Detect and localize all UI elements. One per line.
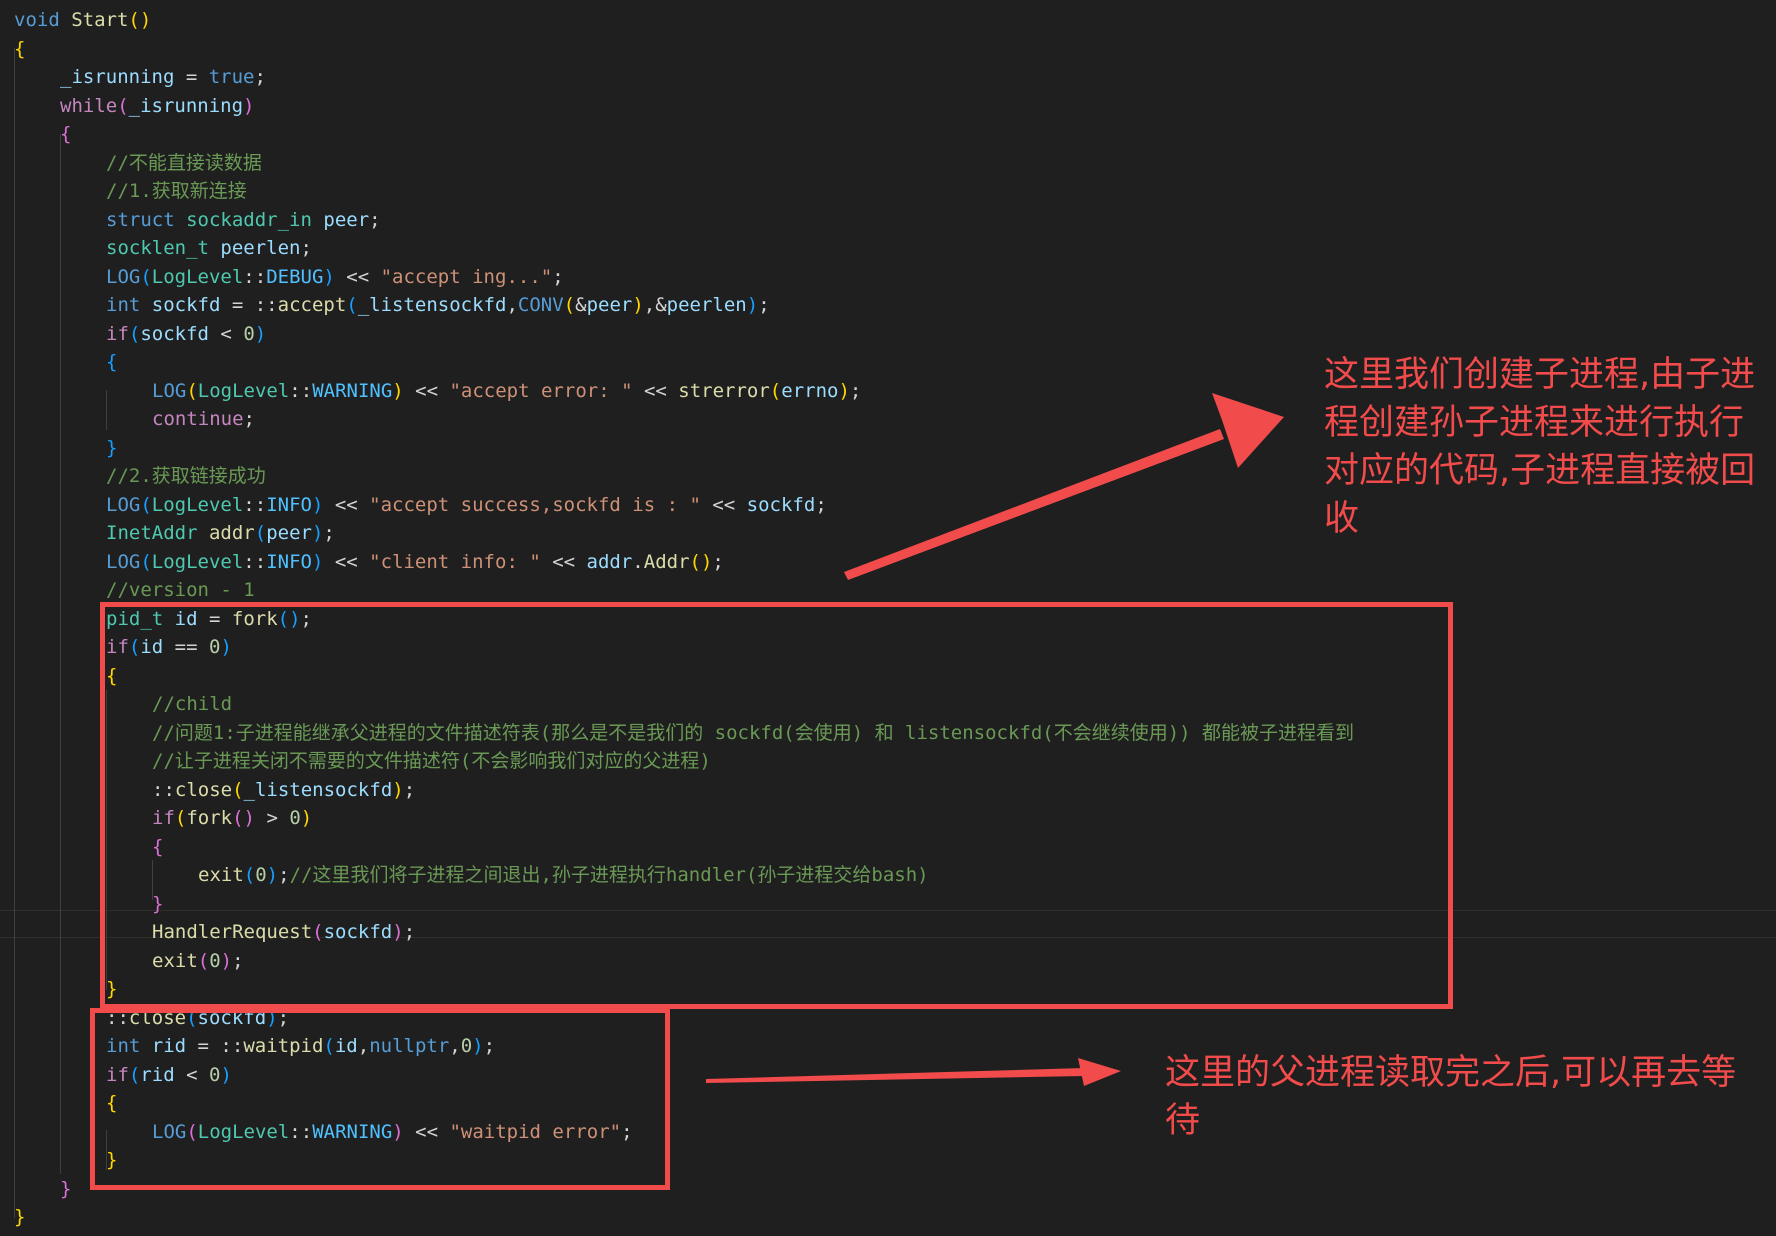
arrow-1-head (1212, 393, 1284, 468)
code-editor[interactable]: void Start(){_isrunning = true; while(_is… (0, 0, 1776, 1236)
annotation-note-2: 这里的父进程读取完之后,可以再去等待 (1165, 1053, 1737, 1141)
fork-child-code-box (100, 602, 1453, 1009)
arrow-2-head (1078, 1058, 1121, 1086)
arrow-2-shaft (706, 1068, 1084, 1083)
arrow-to-note-2 (706, 1058, 1121, 1086)
arrow-1-shaft (844, 429, 1224, 580)
parent-waitpid-code-box (90, 1008, 670, 1190)
arrow-to-note-1 (844, 393, 1284, 580)
annotation-note-1: 这里我们创建子进程,由子进程创建孙子进程来进行执行对应的代码,子进程直接被回收 (1324, 355, 1756, 539)
